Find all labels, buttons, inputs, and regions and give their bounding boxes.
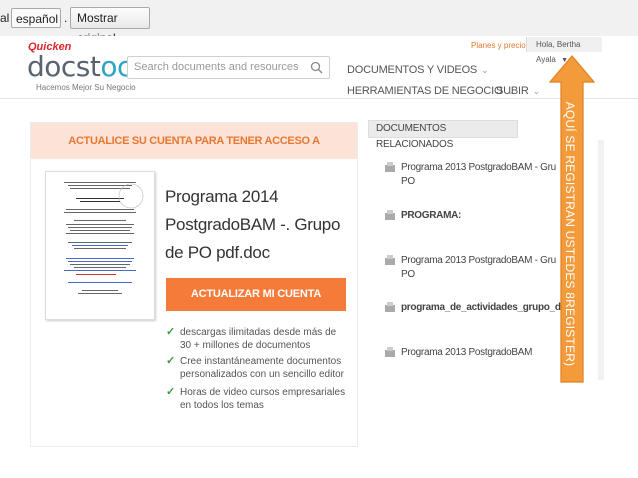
- plans-pricing-link[interactable]: Planes y precios: [471, 41, 530, 50]
- show-original-button[interactable]: Mostrar original: [70, 7, 150, 45]
- document-title: Programa 2014 PostgradoBAM -. Grupo de P…: [165, 187, 341, 262]
- benefit-text: Horas de video cursos empresariales en t…: [180, 387, 346, 411]
- related-item-title: Programa 2013 PostgradoBAM: [401, 347, 533, 358]
- related-item-title: Programa 2013 PostgradoBAM - Gru PO: [401, 162, 556, 187]
- site-header: Quicken docstoc Hacemos Mejor Su Negocio…: [0, 36, 638, 99]
- translate-separator: .: [64, 11, 68, 25]
- chevron-down-icon: ⌄: [532, 86, 541, 96]
- checkmark-icon: ✓: [166, 386, 176, 398]
- annotation-text: AQUÍ SE REGISTRAN USTEDES 8REGISTER): [563, 101, 577, 367]
- search-icon[interactable]: [310, 61, 323, 74]
- nav-documentos-videos[interactable]: DOCUMENTOS Y VIDEOS ⌄: [347, 64, 489, 76]
- seal-icon: [118, 183, 144, 209]
- related-item-title: Programa 2013 PostgradoBAM - Gru PO: [401, 255, 556, 280]
- related-item-title: programa_de_actividades_grupo_de_: [401, 302, 572, 313]
- search-box[interactable]: [127, 56, 330, 79]
- document-icon: [385, 162, 395, 172]
- nav-label: SUBIR: [496, 85, 529, 97]
- nav-subir[interactable]: SUBIR ⌄: [496, 85, 540, 97]
- language-select[interactable]: español ▼: [11, 8, 61, 45]
- upgrade-heading: ACTUALICE SU CUENTA PARA TENER ACCESO A: [31, 123, 357, 159]
- document-icon: [385, 347, 395, 357]
- related-item-title: PROGRAMA:: [401, 210, 462, 221]
- translate-bar-text: al: [0, 11, 10, 25]
- document-thumbnail[interactable]: [45, 171, 155, 320]
- nav-herramientas-negocio[interactable]: HERRAMIENTAS DE NEGOCIO ⌄: [347, 85, 514, 97]
- nav-label: DOCUMENTOS Y VIDEOS: [347, 64, 478, 76]
- document-icon: [385, 255, 395, 265]
- annotation-label: AQUÍ SE REGISTRAN USTEDES 8REGISTER): [548, 84, 592, 384]
- nav-label: HERRAMIENTAS DE NEGOCIO: [347, 85, 503, 97]
- logo-tagline: Hacemos Mejor Su Negocio: [36, 83, 136, 92]
- search-input[interactable]: [134, 61, 304, 73]
- docstoc-logo[interactable]: docstoc: [27, 50, 132, 83]
- language-select-value: español: [16, 12, 59, 26]
- document-icon: [385, 210, 395, 220]
- benefit-text: Cree instantáneamente documentos persona…: [180, 356, 344, 380]
- upgrade-account-button[interactable]: ACTUALIZAR MI CUENTA: [166, 278, 346, 311]
- related-scrollbar[interactable]: [598, 140, 604, 380]
- benefit-text: descargas ilimitadas desde más de 30 + m…: [180, 327, 337, 351]
- checkmark-icon: ✓: [166, 355, 176, 367]
- checkmark-icon: ✓: [166, 326, 176, 338]
- logo-text-a: docst: [27, 50, 101, 83]
- chevron-down-icon: ⌄: [481, 65, 489, 75]
- document-icon: [385, 302, 395, 312]
- user-menu[interactable]: Hola, Bertha Ayala ▼: [526, 37, 602, 64]
- related-documents-heading: DOCUMENTOS RELACIONADOS: [368, 120, 518, 150]
- translate-bar: al español ▼ . Mostrar original: [0, 0, 638, 45]
- upgrade-card: ACTUALICE SU CUENTA PARA TENER ACCESO A …: [30, 122, 358, 447]
